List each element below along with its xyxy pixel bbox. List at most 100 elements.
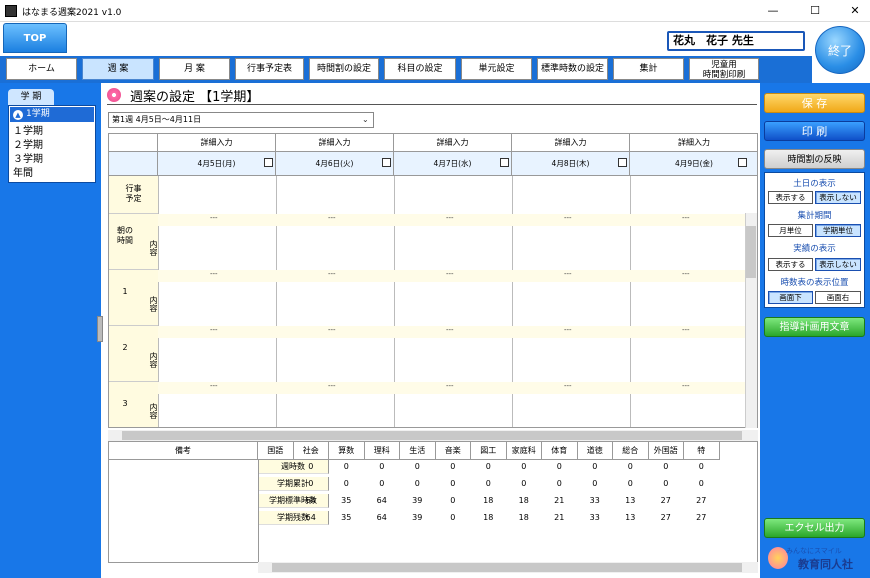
display-options-panel: 土日の表示 表示する 表示しない 集計期間 月単位 学期単位 実績の表示 表示す…: [764, 172, 865, 308]
day-checkbox[interactable]: [618, 158, 627, 167]
user-name-box: 花丸 花子 先生: [667, 31, 805, 51]
nav-weekly[interactable]: 週 案: [82, 58, 154, 80]
dash-mon: ---: [210, 270, 218, 278]
summary-cell: 0: [663, 479, 669, 488]
day-checkbox[interactable]: [382, 158, 391, 167]
events-label-line1: 行事: [125, 184, 142, 193]
maximize-button[interactable]: ☐: [800, 2, 830, 20]
table-position-label: 時数表の表示位置: [780, 278, 849, 288]
weekend-hide-button[interactable]: 表示しない: [815, 191, 861, 204]
exit-button[interactable]: 終了: [815, 26, 865, 74]
dash-row-2: --- --- --- --- ---: [158, 326, 746, 338]
excel-export-button[interactable]: エクセル出力: [764, 518, 865, 538]
period-sub-2: 内容: [141, 326, 158, 382]
title-divider: [107, 104, 757, 105]
chevron-down-icon[interactable]: ⌄: [362, 115, 369, 124]
detail-button-thu[interactable]: 詳細入力: [512, 134, 630, 152]
detail-button-fri[interactable]: 詳細入力: [630, 134, 757, 152]
day-header-fri: 4月9日(金): [630, 152, 757, 176]
dash-fri: ---: [682, 326, 690, 334]
term-item-1[interactable]: １学期: [13, 125, 43, 138]
dash-tue: ---: [328, 270, 336, 278]
summary-cell: 0: [592, 462, 598, 471]
nav-events[interactable]: 行事予定表: [235, 58, 304, 80]
guidance-text-button[interactable]: 指導計画用文章: [764, 317, 865, 337]
page-title: 週案の設定 【1学期】: [130, 90, 260, 105]
dash-thu: ---: [564, 326, 572, 334]
print-button[interactable]: 印 刷: [764, 121, 865, 141]
subject-header: 図工: [471, 442, 507, 460]
summary-cell: 0: [308, 479, 314, 488]
actual-show-button[interactable]: 表示する: [768, 258, 813, 271]
nav-home[interactable]: ホーム: [6, 58, 77, 80]
day-label: 4月7日(水): [433, 159, 472, 168]
close-button[interactable]: ✕: [840, 2, 870, 20]
detail-button-wed[interactable]: 詳細入力: [394, 134, 512, 152]
nav-student-line1: 児童用: [711, 60, 737, 70]
reflect-timetable-button[interactable]: 時間割の反映: [764, 149, 865, 169]
summary-cell: 27: [660, 513, 671, 522]
dash-row-morning: --- --- --- --- ---: [158, 214, 746, 226]
summary-cell: 0: [485, 479, 491, 488]
summary-cell: 35: [341, 513, 352, 522]
term-item-3[interactable]: ３学期: [13, 153, 43, 166]
weekend-show-button[interactable]: 表示する: [768, 191, 813, 204]
grid-vertical-scroll-thumb[interactable]: [746, 226, 756, 278]
summary-cell: 0: [521, 479, 527, 488]
minimize-button[interactable]: —: [758, 2, 788, 20]
monthly-button[interactable]: 月単位: [768, 224, 813, 237]
position-right-button[interactable]: 画面右: [815, 291, 861, 304]
term-selected[interactable]: ▲ 1学期: [10, 107, 94, 122]
nav-totals[interactable]: 集計: [613, 58, 684, 80]
summary-cell: 18: [483, 496, 494, 505]
day-checkbox[interactable]: [500, 158, 509, 167]
term-item-2[interactable]: ２学期: [13, 139, 43, 152]
term-selected-label: 1学期: [26, 109, 50, 119]
top-tab[interactable]: TOP: [3, 23, 67, 53]
summary-cell: 33: [589, 496, 600, 505]
term-list: ▲ 1学期 １学期 ２学期 ３学期 年間: [8, 105, 96, 183]
subject-header: 音楽: [435, 442, 471, 460]
nav-monthly[interactable]: 月 案: [159, 58, 230, 80]
period-label-2: 2: [109, 326, 141, 382]
detail-button-mon[interactable]: 詳細入力: [158, 134, 276, 152]
actual-hide-button[interactable]: 表示しない: [815, 258, 861, 271]
termly-button[interactable]: 学期単位: [815, 224, 861, 237]
day-checkbox[interactable]: [738, 158, 747, 167]
summary-cell: 0: [450, 496, 456, 505]
day-label: 4月6日(火): [315, 159, 354, 168]
app-icon: [5, 5, 17, 17]
nav-student-timetable[interactable]: 児童用 時間割印刷: [689, 58, 759, 80]
summary-cell: 21: [554, 513, 565, 522]
day-checkbox[interactable]: [264, 158, 273, 167]
detail-button-tue[interactable]: 詳細入力: [276, 134, 394, 152]
dash-row-3: --- --- --- --- ---: [158, 382, 746, 394]
summary-cell: 0: [521, 462, 527, 471]
save-button[interactable]: 保 存: [764, 93, 865, 113]
window-title: はなまる週案2021 v1.0: [22, 8, 122, 18]
dash-mon: ---: [210, 382, 218, 390]
nav-standard-hours[interactable]: 標準時数の設定: [537, 58, 608, 80]
period-label-morning: 朝の 時間: [109, 214, 141, 270]
summary-cell: 0: [663, 462, 669, 471]
grid-horizontal-scroll-thumb[interactable]: [122, 431, 742, 440]
dash-mon: ---: [210, 326, 218, 334]
chevron-up-icon[interactable]: ▲: [13, 110, 23, 120]
term-tab[interactable]: 学 期: [8, 89, 54, 105]
summary-scroll-thumb[interactable]: [272, 563, 742, 572]
week-select[interactable]: 第1週 4月5日～4月11日: [108, 112, 374, 128]
logo-tagline: みんなにスマイル: [786, 547, 842, 555]
dash-thu: ---: [564, 214, 572, 222]
position-bottom-button[interactable]: 画面下: [768, 291, 813, 304]
summary-cell: 0: [450, 513, 456, 522]
logo-name: 教育同人社: [798, 558, 853, 571]
summary-cell: 27: [660, 496, 671, 505]
period-sub-3: 内容: [141, 382, 158, 427]
nav-timetable[interactable]: 時間割の設定: [309, 58, 379, 80]
subject-header: 体育: [542, 442, 578, 460]
nav-units[interactable]: 単元設定: [461, 58, 532, 80]
term-item-year[interactable]: 年間: [13, 167, 33, 180]
nav-subjects[interactable]: 科目の設定: [384, 58, 456, 80]
summary-cell: 0: [379, 462, 385, 471]
events-label-line2: 予定: [125, 194, 142, 203]
